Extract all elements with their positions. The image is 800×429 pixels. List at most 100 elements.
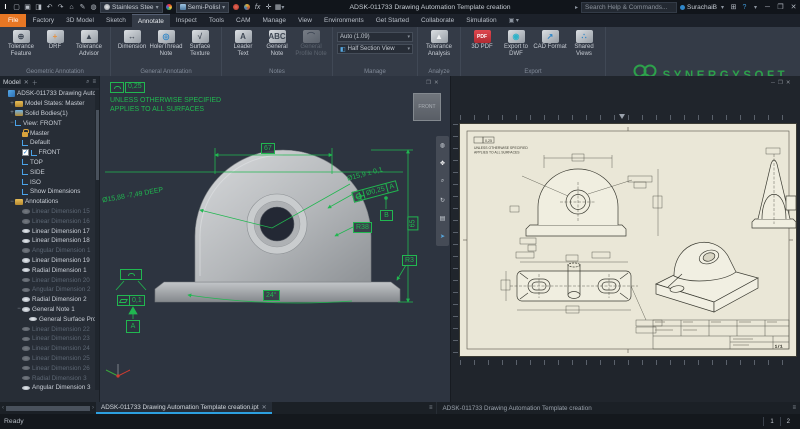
- user-caret-icon[interactable]: ▾: [717, 2, 728, 13]
- tree-item-default[interactable]: Default: [0, 138, 96, 148]
- fcf-flatness[interactable]: 0,1: [117, 295, 145, 306]
- orbit-icon[interactable]: ↻: [440, 197, 445, 204]
- tree-item-view-front[interactable]: − View: FRONT: [0, 118, 96, 128]
- menu-tab-view[interactable]: View: [292, 14, 318, 27]
- browser-search-icon[interactable]: ⌕: [86, 79, 89, 86]
- docs-icon[interactable]: ▦ ▾: [274, 2, 285, 13]
- tree-item-linear-dimension-23[interactable]: Linear Dimension 23: [0, 334, 96, 344]
- browser-add-icon[interactable]: ＋: [32, 78, 38, 87]
- dim-width-67[interactable]: 67: [261, 143, 275, 154]
- tree-item-linear-dimension-18[interactable]: Linear Dimension 18: [0, 236, 96, 246]
- appearance-tool-icon[interactable]: ➤: [440, 233, 445, 240]
- tree-item-linear-dimension-16[interactable]: Linear Dimension 16: [0, 216, 96, 226]
- tree-item-angular-dimension-2[interactable]: Angular Dimension 2: [0, 285, 96, 295]
- minimize-button[interactable]: ─: [761, 1, 774, 13]
- tree-item-general-note-1[interactable]: − General Note 1: [0, 305, 96, 315]
- tree-item-linear-dimension-19[interactable]: Linear Dimension 19: [0, 256, 96, 266]
- leader-text-button[interactable]: A Leader Text: [226, 29, 260, 57]
- record-panel-icon[interactable]: ▣ ▾: [503, 14, 525, 27]
- save-icon[interactable]: ◨: [33, 2, 44, 13]
- tree-item-linear-dimension-17[interactable]: Linear Dimension 17: [0, 226, 96, 236]
- viewport-drawing[interactable]: 0,25 UNLESS OTHERWISE SPECIFIED APPLIES …: [450, 76, 800, 402]
- viewcube[interactable]: FRONT: [413, 93, 441, 121]
- tree-item-adsk-011733-drawing-automation[interactable]: ADSK-011733 Drawing Automation: [0, 89, 96, 99]
- dim-r3[interactable]: R3: [402, 255, 417, 266]
- tree-item-angular-dimension-3[interactable]: Angular Dimension 3: [0, 383, 96, 393]
- vp2-restore-icon[interactable]: ❐: [778, 80, 783, 86]
- tree-item-show-dimensions[interactable]: Show Dimensions: [0, 187, 96, 197]
- zoom-icon[interactable]: ⌕: [441, 178, 444, 185]
- redo-icon[interactable]: ↷: [55, 2, 66, 13]
- pan-hand-icon[interactable]: ✥: [440, 160, 445, 167]
- menu-tab-tools[interactable]: Tools: [203, 14, 230, 27]
- dim-height-65[interactable]: 65: [407, 216, 419, 231]
- dim-angle-24[interactable]: 24°: [263, 290, 280, 301]
- menu-tab-manage[interactable]: Manage: [257, 14, 293, 27]
- menu-tab-inspect[interactable]: Inspect: [170, 14, 203, 27]
- tree-item-top[interactable]: TOP: [0, 158, 96, 168]
- tolerance-feature-button[interactable]: ⊕ Tolerance Feature: [4, 29, 38, 57]
- menu-tab-get-started[interactable]: Get Started: [370, 14, 415, 27]
- tree-item-linear-dimension-24[interactable]: Linear Dimension 24: [0, 344, 96, 354]
- dimension-button[interactable]: ↔ Dimension: [115, 29, 149, 51]
- help-caret-icon[interactable]: ▾: [750, 2, 761, 13]
- shared-views-button[interactable]: ∴ Shared Views: [567, 29, 601, 57]
- tree-item-general-surface-profile[interactable]: General Surface Profile: [0, 314, 96, 324]
- 3d-pdf-button[interactable]: PDF 3D PDF: [465, 29, 499, 51]
- tree-item-linear-dimension-15[interactable]: Linear Dimension 15: [0, 207, 96, 217]
- new-file-icon[interactable]: ▢: [11, 2, 22, 13]
- browser-menu-icon[interactable]: ≡: [92, 79, 96, 85]
- tree-item-angular-dimension-1[interactable]: Angular Dimension 1: [0, 246, 96, 256]
- hole-thread-note-button[interactable]: ◎ Hole/Thread Note: [149, 29, 183, 57]
- export-to-dwf-button[interactable]: ◉ Export to DWF: [499, 29, 533, 57]
- tree-item-annotations[interactable]: − Annotations: [0, 197, 96, 207]
- material-dropdown[interactable]: Stainless Stee ▾: [100, 1, 163, 13]
- menu-tab-environments[interactable]: Environments: [318, 14, 370, 27]
- tab-close-icon[interactable]: ✕: [262, 404, 267, 411]
- vp-close-icon[interactable]: ✕: [434, 80, 439, 86]
- browser-close-icon[interactable]: ✕: [24, 79, 29, 86]
- restore-button[interactable]: ❐: [774, 1, 787, 13]
- doc-tab-drawing[interactable]: ADSK-011733 Drawing Automation Template …: [436, 402, 788, 414]
- steering-wheel-icon[interactable]: ◍: [440, 142, 445, 149]
- open-icon[interactable]: ▣: [22, 2, 33, 13]
- visibility-checkbox[interactable]: [22, 149, 29, 156]
- menu-tab-annotate[interactable]: Annotate: [131, 14, 170, 27]
- tree-item-side[interactable]: SIDE: [0, 167, 96, 177]
- page-1-button[interactable]: 1: [763, 417, 779, 426]
- tab-list-icon-2[interactable]: ≡: [788, 405, 800, 411]
- tree-item-linear-dimension-22[interactable]: Linear Dimension 22: [0, 324, 96, 334]
- tree-item-linear-dimension-25[interactable]: Linear Dimension 25: [0, 354, 96, 364]
- general-profile-note-button[interactable]: ⌒ General Profile Note: [294, 29, 328, 57]
- appearance-dropdown[interactable]: Semi-Polisl ▾: [175, 1, 230, 13]
- dropdown-auto-1-09[interactable]: Auto (1.09) ▾: [337, 32, 413, 42]
- surface-profile-note-symbol[interactable]: 0,25: [110, 82, 145, 93]
- menu-tab-collaborate[interactable]: Collaborate: [415, 14, 460, 27]
- vp2-close-icon[interactable]: ✕: [786, 80, 791, 86]
- color-wheel-icon[interactable]: [164, 2, 175, 13]
- look-at-icon[interactable]: ▤: [440, 215, 446, 222]
- tree-item-radial-dimension-2[interactable]: Radial Dimension 2: [0, 295, 96, 305]
- appearance-adjust-icon[interactable]: [241, 2, 252, 13]
- tolerance-analysis-button[interactable]: ▲ Tolerance Analysis: [422, 29, 456, 57]
- tree-item-radial-dimension-1[interactable]: Radial Dimension 1: [0, 265, 96, 275]
- drf-button[interactable]: + DRF: [38, 29, 72, 51]
- inventor-logo-icon[interactable]: I: [0, 2, 11, 13]
- datum-a-label[interactable]: A: [126, 320, 140, 333]
- surface-texture-button[interactable]: √ Surface Texture: [183, 29, 217, 57]
- user-name[interactable]: SurachaiB: [687, 4, 717, 11]
- menu-tab-simulation[interactable]: Simulation: [460, 14, 502, 27]
- tree-item-master[interactable]: Master: [0, 128, 96, 138]
- vp-restore-icon[interactable]: ❐: [426, 80, 431, 86]
- page-2-button[interactable]: 2: [779, 417, 796, 426]
- menu-tab-sketch[interactable]: Sketch: [100, 14, 132, 27]
- parameters-fx-icon[interactable]: fx: [252, 2, 263, 13]
- small-symbol-frame[interactable]: [120, 269, 142, 280]
- appearance-ball-icon[interactable]: ◍: [88, 2, 99, 13]
- browser-hscrollbar[interactable]: ‹ ›: [0, 402, 96, 414]
- store-cart-icon[interactable]: ⊞: [728, 2, 739, 13]
- vp2-minimize-icon[interactable]: ─: [771, 80, 775, 86]
- cad-format-button[interactable]: ↗ CAD Format: [533, 29, 567, 51]
- tab-list-icon[interactable]: ≡: [425, 405, 437, 411]
- menu-tab-file[interactable]: File: [0, 14, 27, 27]
